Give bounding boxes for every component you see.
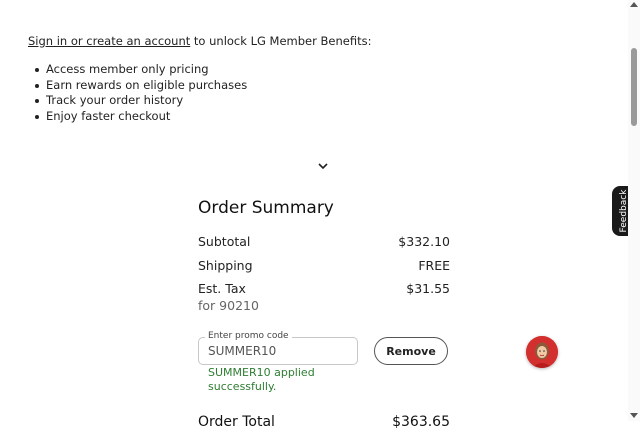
scroll-up-arrow-icon[interactable] [630, 2, 638, 7]
page-scrollbar[interactable] [628, 0, 640, 421]
benefit-item: Access member only pricing [28, 62, 247, 78]
order-total-value: $363.65 [392, 414, 450, 430]
tax-value: $31.55 [406, 281, 450, 296]
tax-label: Est. Tax [198, 281, 246, 296]
benefit-item: Track your order history [28, 93, 247, 109]
benefit-item: Enjoy faster checkout [28, 109, 247, 125]
order-total-label: Order Total [198, 414, 275, 430]
promo-code-field[interactable]: Enter promo code [198, 331, 358, 365]
promo-success-message: SUMMER10 applied successfully. [208, 366, 315, 393]
subtotal-value: $332.10 [398, 234, 450, 249]
scrollbar-thumb[interactable] [631, 48, 637, 126]
remove-promo-button[interactable]: Remove [374, 337, 448, 365]
member-benefits-list: Access member only pricing Earn rewards … [28, 62, 247, 124]
member-benefits-intro-text: to unlock LG Member Benefits: [190, 34, 372, 48]
promo-code-label: Enter promo code [205, 331, 292, 341]
tax-location: for 90210 [198, 298, 259, 313]
promo-code-input[interactable] [208, 344, 348, 358]
sign-in-link[interactable]: Sign in or create an account [28, 34, 190, 48]
shipping-label: Shipping [198, 258, 253, 273]
chat-agent-avatar-icon[interactable] [526, 336, 558, 368]
member-benefits-intro: Sign in or create an account to unlock L… [28, 34, 371, 48]
agent-portrait-icon [526, 336, 558, 368]
order-summary-title: Order Summary [198, 198, 334, 218]
benefit-item: Earn rewards on eligible purchases [28, 78, 247, 94]
shipping-value: FREE [418, 258, 450, 273]
scroll-down-arrow-icon[interactable] [630, 413, 638, 418]
subtotal-label: Subtotal [198, 234, 251, 249]
chevron-down-icon[interactable] [316, 160, 330, 172]
